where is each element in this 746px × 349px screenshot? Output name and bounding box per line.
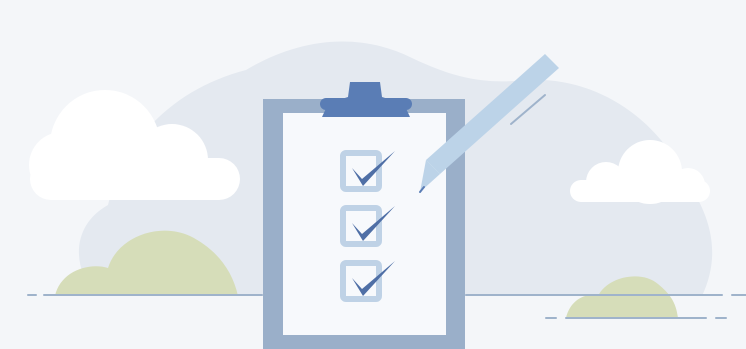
clipboard-clip-bar (320, 98, 412, 110)
illustration-canvas (27, 41, 746, 349)
clipboard (263, 82, 465, 349)
empty-state-illustration (0, 0, 746, 349)
